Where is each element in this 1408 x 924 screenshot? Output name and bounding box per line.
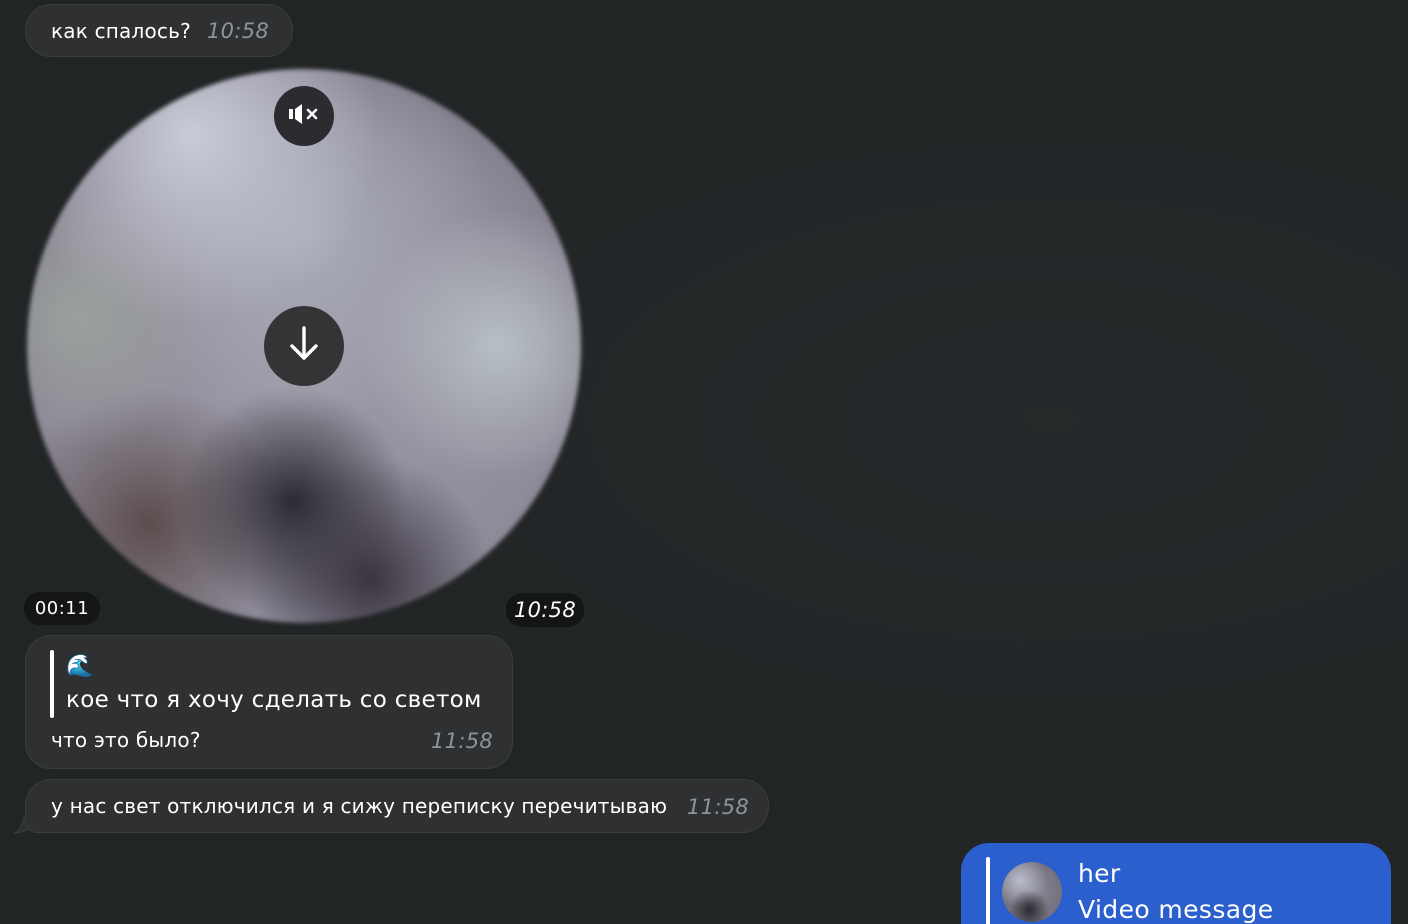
video-time-badge: 10:58	[506, 593, 584, 627]
speaker-muted-icon	[287, 102, 321, 130]
message-time: 11:58	[431, 729, 494, 753]
download-button[interactable]	[264, 306, 344, 386]
incoming-reply-message-bubble[interactable]: 🌊 кое что я хочу сделать со светом что э…	[25, 635, 513, 769]
video-duration-badge: 00:11	[24, 592, 100, 625]
quote-bar	[986, 857, 990, 924]
quote-emoji: 🌊	[66, 654, 94, 679]
quoted-text: кое что я хочу сделать со светом	[66, 687, 482, 713]
incoming-message-bubble[interactable]: как спалось? 10:58	[25, 4, 293, 57]
quote-bar	[50, 650, 54, 718]
chat-area: как спалось? 10:58 00:11 10:58 🌊 кое что…	[0, 0, 1408, 924]
message-time: 10:58	[207, 19, 270, 43]
message-text: что это было?	[51, 728, 201, 752]
video-message-thumbnail	[1002, 862, 1062, 922]
mute-button[interactable]	[274, 86, 334, 146]
message-text: как спалось?	[51, 19, 191, 43]
reply-sender-name: her	[1078, 859, 1121, 888]
message-text: у нас свет отключился и я сижу переписку…	[51, 794, 668, 818]
incoming-message-bubble[interactable]: у нас свет отключился и я сижу переписку…	[25, 779, 769, 833]
download-arrow-icon	[287, 324, 321, 368]
reply-message-type: Video message	[1078, 895, 1274, 924]
message-time: 11:58	[687, 795, 750, 819]
outgoing-reply-message-bubble[interactable]: her Video message	[961, 843, 1391, 924]
